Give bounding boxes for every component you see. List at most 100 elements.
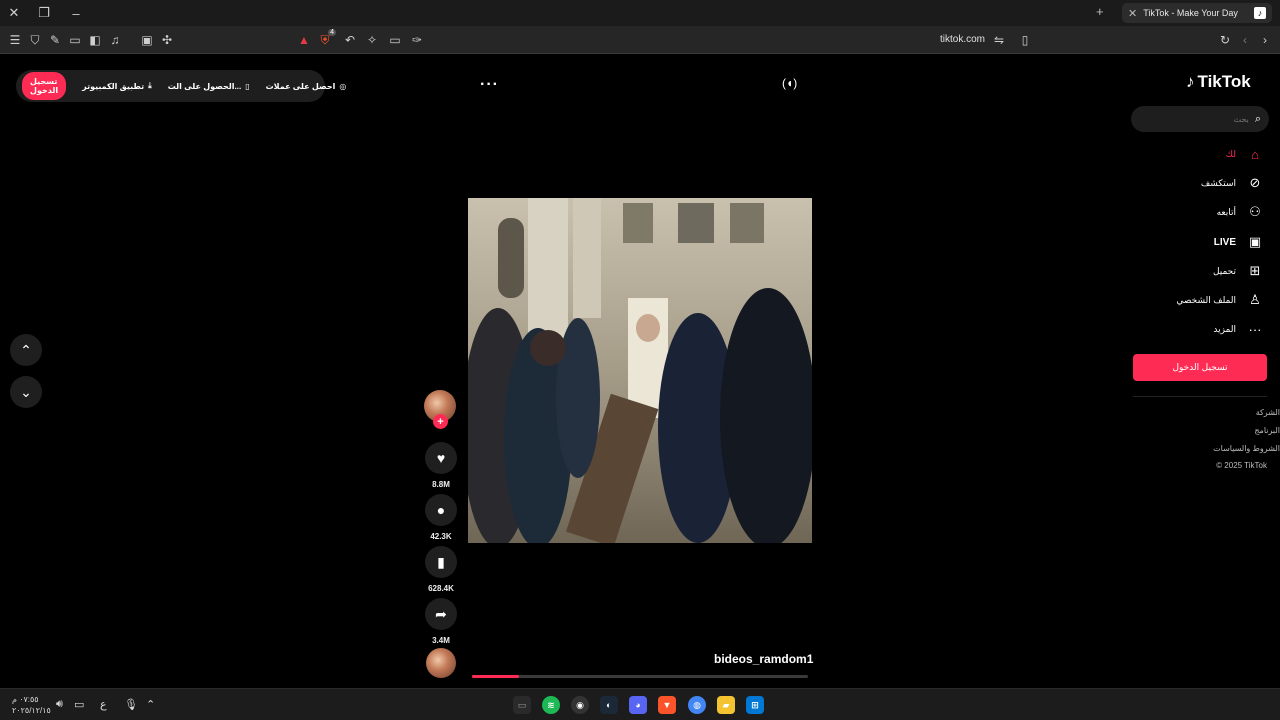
leo-icon[interactable]: ✑ [408, 31, 426, 49]
sidebar-item-label: لك [1225, 148, 1236, 159]
desktop-app-link[interactable]: تطبيق الكمبيوتر ⤓ [82, 81, 152, 91]
bookmark-icon[interactable]: ▯ [1016, 31, 1034, 49]
windows-taskbar: ٠٧:٥٥ م ٢٠٢٥/١٢/١٥ 🔊︎ ▭ ع 🎙︎ ⌃ ▭ ≋ ◉ ◐ ◕… [0, 688, 1280, 720]
video-player[interactable] [468, 198, 812, 543]
shield-icon[interactable]: ⛉ [26, 31, 44, 49]
cast-icon[interactable]: ▭ [386, 31, 404, 49]
pin-icon[interactable]: ✎ [46, 31, 64, 49]
comment-count: 42.3K [430, 532, 452, 541]
search-icon[interactable]: ⌕ [1255, 113, 1261, 126]
chevron-up-icon: ⌃ [20, 341, 32, 358]
compass-icon: ⊘ [1249, 175, 1261, 190]
creator-avatar[interactable]: + [424, 390, 456, 429]
tab-title: TikTok - Make Your Day [1143, 8, 1238, 18]
tray-overflow-icon[interactable]: ⌃ [146, 698, 155, 711]
heart-icon[interactable]: ♥ [425, 442, 457, 474]
microphone-icon[interactable]: 🎙︎ [124, 698, 138, 711]
restore-window-icon[interactable]: ❐ [34, 3, 54, 23]
extensions-icon[interactable]: ✣ [158, 31, 176, 49]
footer-link-company[interactable]: الشركة [1256, 408, 1280, 417]
comment-action[interactable]: ● 42.3K [425, 494, 457, 541]
screenshot-icon[interactable]: ▣ [138, 31, 156, 49]
get-coins-link[interactable]: احصل على عملات ◎ [266, 82, 347, 91]
network-icon[interactable]: ▭ [74, 698, 84, 711]
browser-tab[interactable]: ✕ TikTok - Make Your Day ♪ [1122, 3, 1272, 23]
like-action[interactable]: ♥ 8.8M [425, 442, 457, 489]
volume-icon[interactable]: 🔊︎ [56, 698, 63, 711]
video-frame [468, 198, 812, 543]
desktop-app-label: تطبيق الكمبيوتر [82, 81, 145, 91]
share-icon[interactable]: ➦ [425, 598, 457, 630]
sidebar-item-live[interactable]: LIVE ▣ [1214, 232, 1264, 252]
undo-icon[interactable]: ↶ [341, 31, 359, 49]
forward-icon[interactable]: › [1256, 31, 1274, 49]
music-icon[interactable]: ♫ [106, 31, 124, 49]
close-tab-icon[interactable]: ✕ [1128, 7, 1137, 20]
menu-icon[interactable]: ☰ [6, 31, 24, 49]
shields-badge: 4 [328, 29, 336, 36]
download-icon: ⤓ [148, 81, 152, 90]
sidebar-item-upload[interactable]: تحميل ⊞ [1213, 261, 1264, 281]
discord-icon[interactable]: ◕ [629, 696, 647, 714]
site-settings-icon[interactable]: ⇋ [990, 31, 1008, 49]
sidebar-item-explore[interactable]: استكشف ⊘ [1201, 173, 1264, 193]
brave-shields-icon[interactable]: ⛨ 4 [316, 29, 336, 49]
search-input[interactable] [1148, 114, 1249, 124]
search-box[interactable]: ⌕ [1131, 106, 1269, 132]
sidebar-item-profile[interactable]: الملف الشخصي ♙ [1176, 290, 1264, 310]
brave-browser-icon[interactable]: ▼ [658, 696, 676, 714]
reload-icon[interactable]: ↻ [1216, 31, 1234, 49]
tiktok-favicon-icon: ♪ [1254, 7, 1266, 19]
sidebar-icon[interactable]: ◧ [86, 31, 104, 49]
save-action[interactable]: ▮ 628.4K [425, 546, 457, 593]
language-indicator[interactable]: ع [100, 698, 107, 711]
system-clock[interactable]: ٠٧:٥٥ م ٢٠٢٥/١٢/١٥ [12, 694, 51, 716]
spotify-icon[interactable]: ≋ [542, 696, 560, 714]
top-login-button[interactable]: تسجيل الدخول [22, 72, 67, 100]
task-view-icon[interactable]: ▭ [513, 696, 531, 714]
sidebar-login-button[interactable]: تسجيل الدخول [1133, 354, 1267, 381]
get-app-label: الحصول على الت... [167, 81, 242, 91]
video-more-options-icon[interactable]: ··· [480, 76, 499, 94]
browser-toolbar: ☰ ⛉ ✎ ▭ ◧ ♫ ▣ ✣ ▲ ⛨ 4 ↶ ✧ ▭ ✑ tiktok.com… [0, 26, 1280, 54]
footer-link-program[interactable]: البرنامج [1254, 426, 1280, 435]
next-creator-avatar[interactable] [426, 648, 456, 678]
sidebar-item-following[interactable]: أتابعه ⚇ [1217, 202, 1264, 222]
sidebar-item-label: LIVE [1213, 236, 1236, 248]
minimize-window-icon[interactable]: – [66, 3, 86, 23]
back-icon[interactable]: ‹ [1236, 31, 1254, 49]
video-progress-bar[interactable] [472, 675, 808, 678]
comment-icon[interactable]: ● [425, 494, 457, 526]
previous-video-button[interactable]: ⌃ [10, 334, 42, 366]
next-video-button[interactable]: ⌄ [10, 376, 42, 408]
github-desktop-icon[interactable]: ◉ [571, 696, 589, 714]
coins-label: احصل على عملات [265, 81, 336, 91]
chrome-icon[interactable]: ◍ [688, 696, 706, 714]
coin-icon: ◎ [339, 81, 347, 91]
close-window-icon[interactable]: ✕ [4, 3, 24, 23]
footer-link-terms[interactable]: الشروط والسياسات [1213, 444, 1280, 453]
follow-plus-icon[interactable]: + [433, 414, 448, 429]
tabs-icon[interactable]: ▭ [66, 31, 84, 49]
sidebar-item-more[interactable]: المزيد ··· [1213, 319, 1264, 339]
file-explorer-icon[interactable]: ▰ [717, 696, 735, 714]
address-bar[interactable]: tiktok.com [940, 34, 985, 45]
bookmark-icon[interactable]: ▮ [425, 546, 457, 578]
save-count: 628.4K [428, 584, 454, 593]
tiktok-logo[interactable]: ♪ TikTok [1186, 72, 1251, 92]
clock-time: ٠٧:٥٥ م [12, 695, 39, 704]
wand-icon[interactable]: ✧ [363, 31, 381, 49]
sound-toggle-icon[interactable]: (◖) [782, 76, 797, 90]
new-tab-button[interactable]: + [1096, 4, 1104, 19]
get-app-link[interactable]: الحصول على الت... ▯ [168, 82, 250, 91]
rewards-icon[interactable]: ▲ [295, 31, 313, 49]
footer-copyright: © 2025 TikTok [1216, 461, 1267, 470]
share-count: 3.4M [432, 636, 450, 645]
user-follow-icon: ⚇ [1249, 204, 1261, 219]
windows-start-icon[interactable]: ⊞ [746, 696, 764, 714]
steam-icon[interactable]: ◐ [600, 696, 618, 714]
sidebar-item-label: استكشف [1200, 177, 1236, 188]
share-action[interactable]: ➦ 3.4M [425, 598, 457, 645]
video-username[interactable]: bideos_ramdom1 [714, 652, 813, 666]
sidebar-item-for-you[interactable]: لك ⌂ [1226, 144, 1264, 164]
